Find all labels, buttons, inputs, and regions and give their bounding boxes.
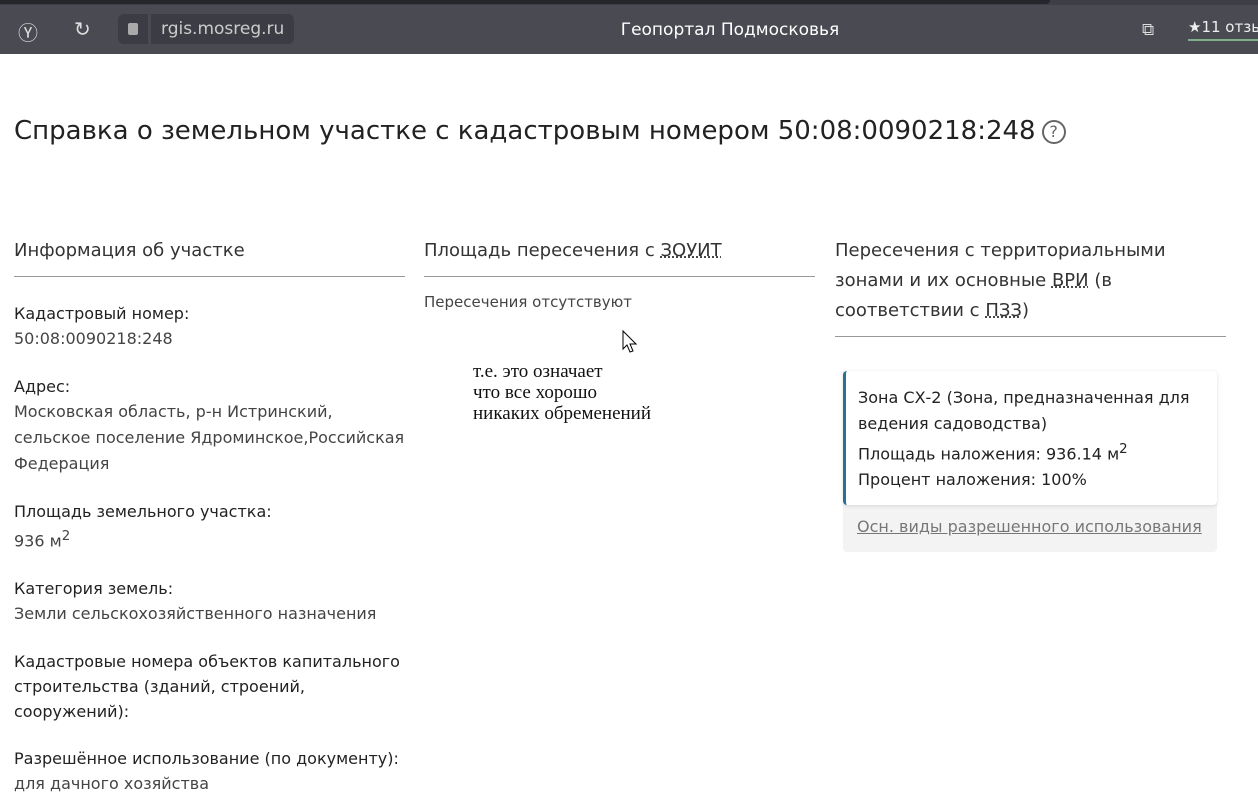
field-value-text: 936 м — [14, 531, 62, 551]
field-value-text: Земли сельскохозяйственного назначения — [14, 604, 377, 624]
field-label: Кадастровый номер: — [14, 304, 190, 323]
permitted-uses-link[interactable]: Осн. виды разрешенного использования — [857, 517, 1217, 536]
bookmark-tabs-icon[interactable]: ⧉ — [1142, 20, 1154, 40]
field-value-text: для дачного хозяйства — [14, 774, 209, 794]
mouse-cursor-icon — [622, 330, 638, 353]
zone-card: Зона СХ-2 (Зона, предназначенная для вед… — [843, 371, 1217, 506]
field-value-text: Московская область, р-н Истринский, сель… — [14, 402, 405, 473]
pzz-abbr[interactable]: ПЗЗ — [985, 300, 1022, 321]
zouit-heading: Площадь пересечения с ЗОУИТ — [424, 236, 815, 277]
annotation-line: что все хорошо — [473, 382, 597, 403]
annotation-line: т.е. это означает — [473, 361, 603, 382]
field-value-text: 50:08:0090218:248 — [14, 329, 173, 348]
field-label: Площадь земельного участка: — [14, 502, 272, 521]
field-value: Московская область, р-н Истринский, сель… — [14, 399, 405, 477]
zones-heading-text: ) — [1021, 300, 1029, 321]
page-title: Справка о земельном участке с кадастровы… — [14, 116, 1066, 146]
zones-heading-text: Пересечения с территориальными зонами и … — [835, 240, 1166, 291]
zone-percent: Процент наложения: 100% — [858, 470, 1087, 490]
annotation-text: т.е. это означает что все хорошо никаких… — [473, 361, 651, 424]
field-value: Земли сельскохозяйственного назначения — [14, 601, 405, 627]
field-value: 936 м2 — [14, 524, 405, 554]
field-value: для дачного хозяйства — [14, 771, 405, 797]
field-label: Кадастровые номера объектов капитального… — [14, 652, 400, 722]
no-intersections-text: Пересечения отсутствуют — [424, 293, 633, 311]
zones-heading: Пересечения с территориальными зонами и … — [835, 236, 1226, 337]
field-value-sup: 2 — [61, 529, 71, 544]
help-icon[interactable]: ? — [1041, 119, 1066, 144]
field-label: Разрешённое использование (по документу)… — [14, 749, 399, 769]
page-tab-title: Геопортал Подмосковья — [620, 20, 840, 40]
browser-bar: Ⓨ ↻ rgis.mosreg.ru Геопортал Подмосковья… — [0, 5, 1258, 54]
zone-block: Зона СХ-2 (Зона, предназначенная для вед… — [843, 371, 1217, 553]
info-column: Информация об участке Кадастровый номер:… — [14, 236, 405, 797]
info-heading: Информация об участке — [14, 236, 405, 277]
zone-name: Зона СХ-2 (Зона, предназначенная для вед… — [858, 388, 1190, 433]
zone-area: Площадь наложения: 936.14 м2 — [858, 437, 1205, 467]
zouit-abbr[interactable]: ЗОУИТ — [660, 240, 721, 261]
annotation-line: никаких обременений — [473, 403, 652, 424]
zone-area-sup: 2 — [1119, 442, 1128, 457]
zouit-heading-text: Площадь пересечения с — [424, 240, 661, 261]
page-title-text: Справка о земельном участке с кадастровы… — [14, 116, 1036, 146]
vri-abbr[interactable]: ВРИ — [1052, 270, 1089, 291]
field-label: Адрес: — [14, 377, 71, 396]
field-value: 50:08:0090218:248 — [14, 326, 405, 352]
zones-column: Пересечения с территориальными зонами и … — [835, 236, 1226, 337]
field-label: Категория земель: — [14, 579, 174, 599]
zouit-column: Площадь пересечения с ЗОУИТ Пересечения … — [424, 236, 815, 315]
reviews-button[interactable]: ★11 отзы — [1188, 18, 1258, 41]
zone-area-text: Площадь наложения: 936.14 м — [858, 444, 1120, 464]
